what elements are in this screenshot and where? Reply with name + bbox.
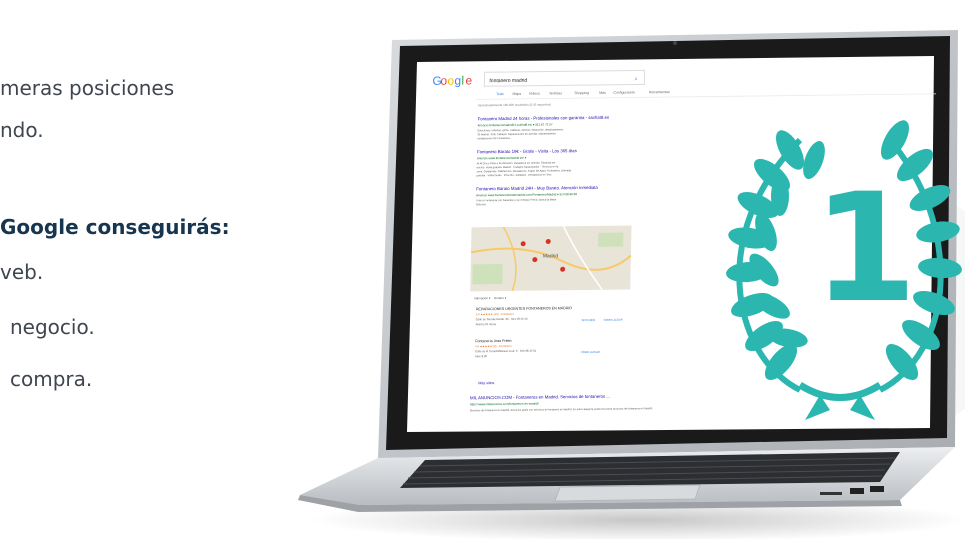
search-query: fontanero madrid [489, 78, 527, 84]
ad-desc-line: Solución. [476, 202, 487, 206]
tab-3[interactable]: Noticias [550, 91, 563, 95]
result-stats: Aproximadamente 195.000 resultados (0,45… [478, 102, 551, 107]
tab-0[interactable]: Todo [496, 92, 504, 96]
listing-name[interactable]: Fontanería Jose Prieto [475, 339, 511, 343]
more-places-link[interactable]: Más sitios [478, 381, 494, 385]
listing-address: Calle de San Bernardo, 26 · 914 48 46 16 [476, 317, 528, 322]
ad-title[interactable]: Fontanero Barato Madrid 24H - Muy Barato… [476, 185, 598, 191]
listing-status: Abierto 24 horas [476, 322, 497, 326]
ad-title[interactable]: Fontanero Barato 19€ - Gratis - Visita -… [477, 148, 577, 154]
ad-title[interactable]: Fontanero Madrid 24 horas - Profesionale… [478, 115, 609, 122]
organic-title[interactable]: MIL ANUNCIOS.COM - Fontaneros en Madrid.… [470, 394, 610, 401]
tab-6[interactable]: Configuración [613, 90, 635, 94]
screen-overlay: G o o g l e fontanero madrid ⌕ Todo Maps V… [432, 69, 937, 412]
listing-rating: 4,6 ★★★★★ (9) · Fontanero [475, 344, 512, 348]
map-panel[interactable]: Madrid [470, 225, 632, 292]
search-tabs: Todo Maps Vídeos Noticias Shopping Más Configu… [496, 90, 670, 96]
ad-url[interactable]: Anuncio www.fontanerobaratomadrid.com/Fo… [476, 192, 577, 197]
tab-5[interactable]: Más [599, 91, 606, 95]
listing-action-cómo-llegar[interactable]: CÓMO LLEGAR [604, 317, 623, 322]
listing-name[interactable]: REPARACIONES URGENTES FONTANEROS EN MADR… [476, 306, 573, 311]
svg-text:g: g [454, 74, 461, 88]
listing-action-cómo-llegar[interactable]: CÓMO LLEGAR [581, 349, 600, 354]
listing-rating: 5,0 ★★★★★ (40) · Fontanero [476, 312, 515, 316]
ad-url[interactable]: Anuncio www.fontanerosmadrid.es/ ▾ [477, 156, 527, 161]
search-icon[interactable]: ⌕ [634, 76, 637, 82]
svg-text:l: l [461, 74, 464, 88]
organic-url: https://www.milanuncios.com/fontaneros-e… [470, 402, 539, 407]
ad-url[interactable]: Anuncio fontanerosmadrid24.ssirhat8.es/ … [478, 122, 553, 127]
tab-2[interactable]: Vídeos [529, 92, 540, 96]
listing-action-sitio-web[interactable]: SITIO WEB [582, 318, 596, 322]
ad-desc-line: Instalaciones De Fontanería. [477, 136, 511, 140]
ad-desc-line: Tota tu Fontanería con Garantía y con el… [476, 197, 557, 202]
tab-7[interactable]: Herramientas [649, 90, 670, 94]
listing-filter-rating[interactable]: Valoración ▾ [474, 296, 491, 300]
tab-4[interactable]: Shopping [574, 91, 589, 95]
google-logo[interactable]: G o o g l e [432, 73, 472, 87]
svg-text:e: e [465, 73, 472, 87]
organic-desc: Servicios de fontaneros en Madrid. Anunc… [470, 406, 653, 412]
listing-address: Calle de la Toronto/Manuel Leal, 5 · 916… [475, 349, 537, 354]
listing-status: Abre 8:00 [475, 354, 488, 358]
map-city-label: Madrid [543, 253, 559, 259]
listing-filter-hours[interactable]: Horario ▾ [494, 296, 507, 300]
tab-1[interactable]: Maps [513, 92, 522, 96]
